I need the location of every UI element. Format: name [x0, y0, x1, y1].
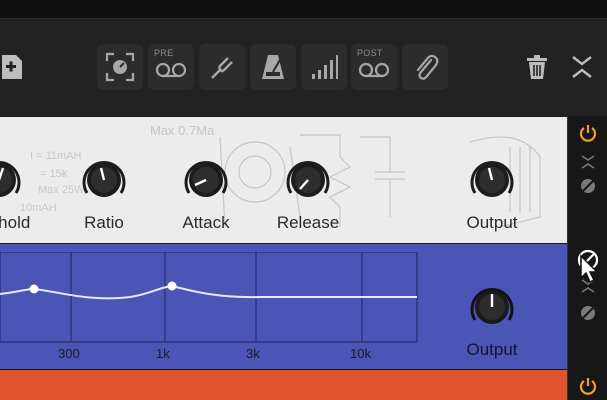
freq-label: 1k [156, 346, 170, 361]
top-strip [0, 0, 607, 19]
collapse-all-button[interactable] [564, 44, 600, 90]
attack-knob[interactable] [181, 155, 231, 205]
collapse-arrows-icon [572, 56, 592, 78]
post-label: POST [357, 48, 383, 58]
trash-icon [527, 55, 547, 79]
toolbar: PRE POST [0, 19, 607, 116]
signal-bars-icon [312, 55, 338, 79]
eq-band-handle[interactable] [29, 284, 39, 294]
tape-icon [358, 62, 390, 78]
eq-band-handle[interactable] [167, 281, 177, 291]
save-preset-button[interactable] [0, 44, 30, 90]
pre-tape-button[interactable]: PRE [148, 44, 194, 90]
release-knob[interactable] [283, 155, 333, 205]
save-file-icon [2, 55, 22, 79]
tuner-button[interactable] [199, 44, 245, 90]
svg-text:= 15k: = 15k [40, 168, 68, 180]
pre-label: PRE [154, 48, 174, 58]
metronome-icon [262, 55, 284, 79]
freq-label: 300 [58, 346, 80, 361]
ratio-knob[interactable] [79, 155, 129, 205]
attack-label: Attack [182, 213, 230, 232]
tuning-fork-icon [211, 57, 233, 79]
eq-bypass-button[interactable] [576, 301, 600, 325]
eq-output-knob[interactable] [467, 282, 517, 332]
compressor-output-label: Output [466, 213, 518, 232]
focus-camera-icon [105, 52, 135, 82]
threshold-knob[interactable] [0, 155, 24, 205]
post-tape-button[interactable]: POST [351, 44, 397, 90]
mouse-cursor-icon [580, 254, 599, 284]
compressor-output-knob[interactable] [467, 155, 517, 205]
svg-text:Max 25W: Max 25W [38, 184, 85, 196]
svg-text:Max 0.7Ma: Max 0.7Ma [150, 123, 215, 138]
snapshot-button[interactable] [97, 44, 143, 90]
delete-button[interactable] [519, 44, 555, 90]
release-label: Release [276, 213, 340, 232]
eq-panel: 300 1k 3k 10k Output [0, 244, 567, 369]
freq-label: 3k [246, 346, 260, 361]
eq-graph[interactable] [0, 252, 420, 352]
metronome-button[interactable] [250, 44, 296, 90]
drag-handle-icon [581, 155, 595, 169]
compressor-power-button[interactable] [576, 121, 600, 145]
next-effect-power-button[interactable] [576, 374, 600, 398]
compressor-bypass-button[interactable] [576, 174, 600, 198]
bypass-icon [581, 179, 595, 193]
ratio-label: Ratio [84, 213, 124, 232]
attach-button[interactable] [402, 44, 448, 90]
power-icon [579, 378, 597, 395]
compressor-panel: Max 0.7Ma I = 11mAH = 15k Max 25W 10mAH … [0, 117, 567, 243]
next-effect-panel[interactable] [0, 370, 567, 400]
levels-button[interactable] [301, 44, 347, 90]
eq-output-label: Output [466, 340, 518, 359]
threshold-label: shold [0, 213, 31, 232]
tape-icon [155, 62, 187, 78]
compressor-drag-handle[interactable] [576, 150, 600, 174]
paperclip-icon [416, 54, 439, 80]
svg-text:I = 11mAH: I = 11mAH [30, 150, 82, 162]
power-icon [579, 125, 597, 142]
freq-label: 10k [350, 346, 371, 361]
bypass-icon [581, 306, 595, 320]
